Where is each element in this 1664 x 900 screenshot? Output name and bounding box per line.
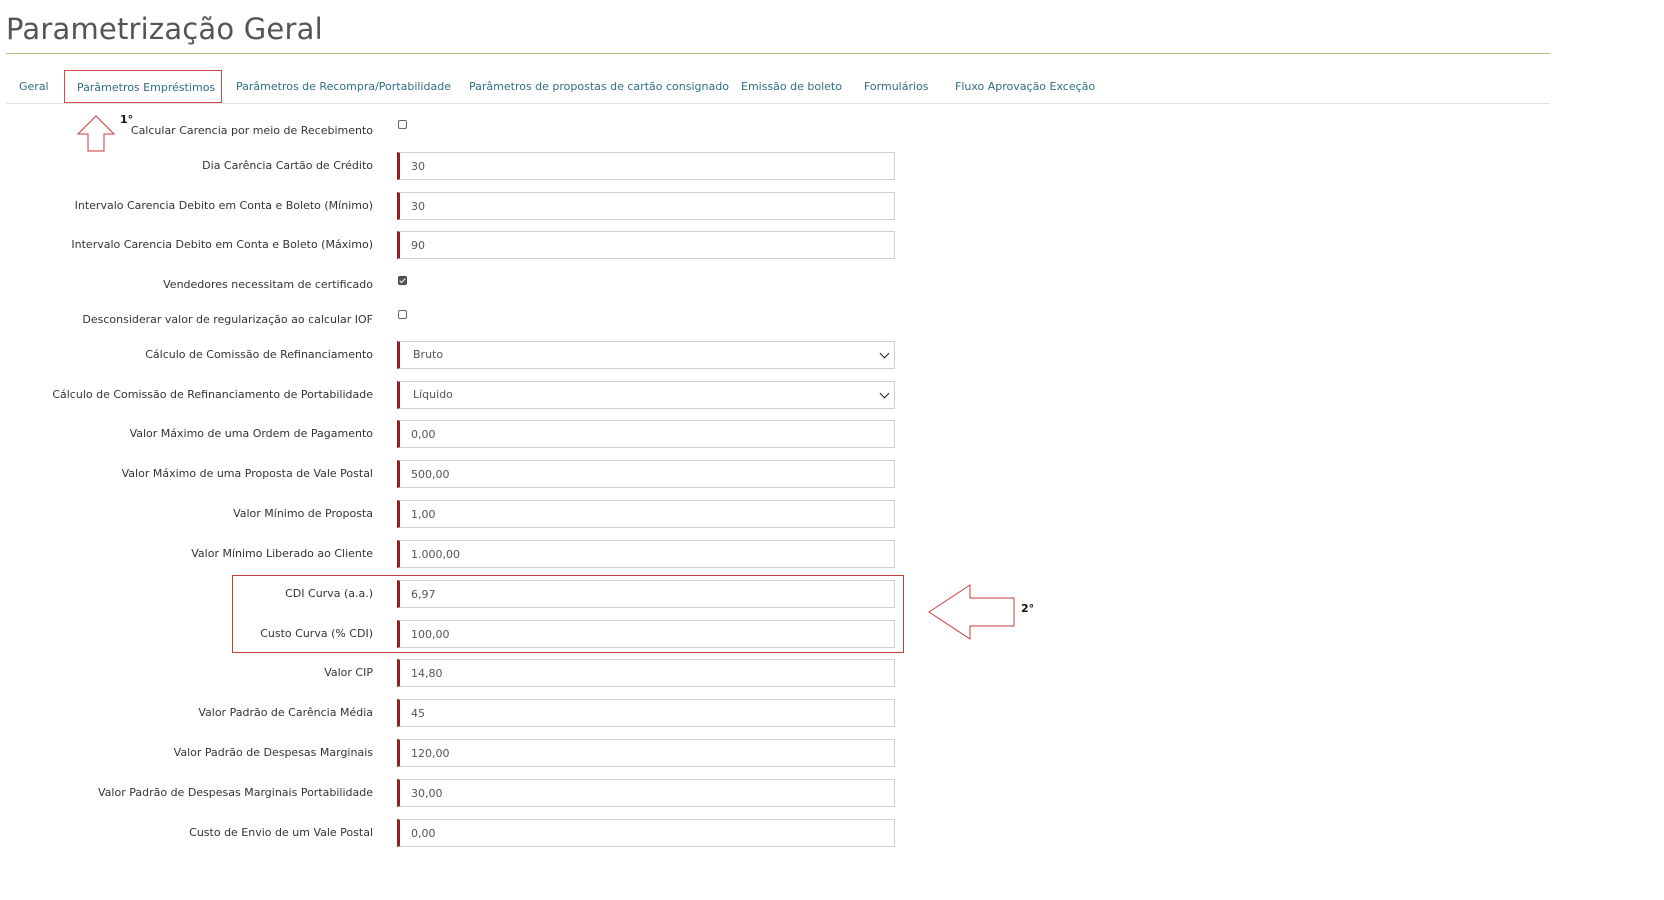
label-valor-cip: Valor CIP: [324, 666, 373, 679]
input-custo-curva[interactable]: [397, 620, 895, 648]
label-valor-min-proposta: Valor Mínimo de Proposta: [233, 507, 373, 520]
label-comissao-refin-port: Cálculo de Comissão de Refinanciamento d…: [52, 388, 373, 401]
checkbox-calcular-carencia[interactable]: [398, 120, 407, 129]
input-valor-min-proposta[interactable]: [397, 500, 895, 528]
row-valor-max-ordem: Valor Máximo de uma Ordem de Pagamento: [0, 420, 900, 448]
label-vendedores-cert: Vendedores necessitam de certificado: [163, 278, 373, 291]
row-dia-carencia: Dia Carência Cartão de Crédito: [0, 152, 900, 180]
row-comissao-refin: Cálculo de Comissão de Refinanciamento B…: [0, 341, 900, 369]
row-valor-max-vale: Valor Máximo de uma Proposta de Vale Pos…: [0, 460, 900, 488]
label-comissao-refin: Cálculo de Comissão de Refinanciamento: [145, 348, 373, 361]
input-dia-carencia[interactable]: [397, 152, 895, 180]
row-valor-min-proposta: Valor Mínimo de Proposta: [0, 500, 900, 528]
checkbox-desconsiderar-iof[interactable]: [398, 310, 407, 319]
row-valor-min-liberado: Valor Mínimo Liberado ao Cliente: [0, 540, 900, 568]
row-calcular-carencia: Calcular Carencia por meio de Recebiment…: [0, 117, 900, 145]
row-vendedores-cert: Vendedores necessitam de certificado: [0, 271, 900, 299]
tab-parametros-recompra-portabilidade[interactable]: Parâmetros de Recompra/Portabilidade: [236, 70, 451, 104]
input-valor-max-ordem[interactable]: [397, 420, 895, 448]
row-despesas-marginais: Valor Padrão de Despesas Marginais: [0, 739, 900, 767]
input-despesas-marginais[interactable]: [397, 739, 895, 767]
row-valor-cip: Valor CIP: [0, 659, 900, 687]
select-comissao-refin-port[interactable]: Líquido: [397, 381, 895, 409]
row-custo-envio-vale: Custo de Envio de um Vale Postal: [0, 819, 900, 847]
select-comissao-refin-value: Bruto: [413, 348, 444, 361]
input-valor-cip[interactable]: [397, 659, 895, 687]
label-valor-min-liberado: Valor Mínimo Liberado ao Cliente: [191, 547, 373, 560]
row-intervalo-min: Intervalo Carencia Debito em Conta e Bol…: [0, 192, 900, 220]
input-cdi-curva[interactable]: [397, 580, 895, 608]
arrow-left-icon: [928, 584, 1015, 640]
row-cdi-curva: CDI Curva (a.a.): [0, 580, 900, 608]
tab-formularios[interactable]: Formulários: [864, 70, 929, 104]
row-intervalo-max: Intervalo Carencia Debito em Conta e Bol…: [0, 231, 900, 259]
checkbox-vendedores-cert[interactable]: [398, 276, 407, 285]
label-intervalo-min: Intervalo Carencia Debito em Conta e Bol…: [74, 199, 373, 212]
label-custo-curva: Custo Curva (% CDI): [260, 627, 373, 640]
tab-parametros-emprestimos[interactable]: Parâmetros Empréstimos: [64, 70, 222, 103]
label-carencia-media: Valor Padrão de Carência Média: [198, 706, 373, 719]
input-despesas-marginais-port[interactable]: [397, 779, 895, 807]
chevron-down-icon: [879, 388, 890, 399]
input-carencia-media[interactable]: [397, 699, 895, 727]
label-custo-envio-vale: Custo de Envio de um Vale Postal: [189, 826, 373, 839]
label-valor-max-vale: Valor Máximo de uma Proposta de Vale Pos…: [121, 467, 373, 480]
tab-emissao-boleto[interactable]: Emissão de boleto: [741, 70, 842, 104]
chevron-down-icon: [879, 348, 890, 359]
input-intervalo-max[interactable]: [397, 231, 895, 259]
annotation-step-2: 2°: [1021, 602, 1035, 615]
tab-fluxo-aprovacao-excecao[interactable]: Fluxo Aprovação Exceção: [955, 70, 1095, 104]
select-comissao-refin[interactable]: Bruto: [397, 341, 895, 369]
row-comissao-refin-port: Cálculo de Comissão de Refinanciamento d…: [0, 381, 900, 409]
label-cdi-curva: CDI Curva (a.a.): [285, 587, 373, 600]
label-intervalo-max: Intervalo Carencia Debito em Conta e Bol…: [71, 238, 373, 251]
input-custo-envio-vale[interactable]: [397, 819, 895, 847]
tab-geral[interactable]: Geral: [19, 70, 49, 104]
input-intervalo-min[interactable]: [397, 192, 895, 220]
row-custo-curva: Custo Curva (% CDI): [0, 620, 900, 648]
row-desconsiderar-iof: Desconsiderar valor de regularização ao …: [0, 306, 900, 334]
page-title: Parametrização Geral: [6, 12, 323, 46]
tab-parametros-cartao-consignado[interactable]: Parâmetros de propostas de cartão consig…: [469, 70, 729, 104]
tab-bar: Geral Parâmetros Empréstimos Parâmetros …: [6, 70, 1550, 104]
row-carencia-media: Valor Padrão de Carência Média: [0, 699, 900, 727]
row-despesas-marginais-port: Valor Padrão de Despesas Marginais Porta…: [0, 779, 900, 807]
label-calcular-carencia: Calcular Carencia por meio de Recebiment…: [130, 124, 373, 137]
label-dia-carencia: Dia Carência Cartão de Crédito: [202, 159, 373, 172]
label-despesas-marginais: Valor Padrão de Despesas Marginais: [173, 746, 373, 759]
input-valor-max-vale[interactable]: [397, 460, 895, 488]
label-valor-max-ordem: Valor Máximo de uma Ordem de Pagamento: [129, 427, 373, 440]
tabs-divider: [6, 103, 1550, 104]
label-desconsiderar-iof: Desconsiderar valor de regularização ao …: [82, 313, 373, 326]
input-valor-min-liberado[interactable]: [397, 540, 895, 568]
label-despesas-marginais-port: Valor Padrão de Despesas Marginais Porta…: [98, 786, 373, 799]
title-divider: [6, 53, 1550, 54]
select-comissao-refin-port-value: Líquido: [413, 388, 453, 401]
